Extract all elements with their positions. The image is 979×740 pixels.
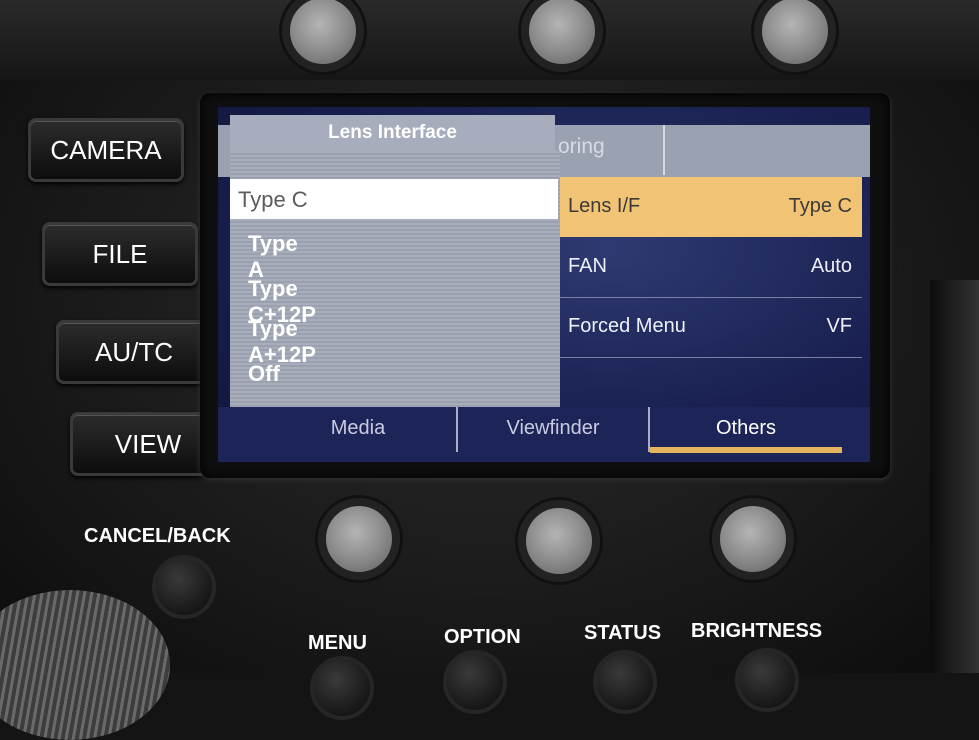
tab-viewfinder[interactable]: Viewfinder — [458, 417, 648, 447]
camera-button[interactable]: CAMERA — [28, 118, 184, 182]
setting-value: VF — [826, 315, 852, 337]
setting-row-fan[interactable]: FAN Auto — [560, 237, 862, 298]
setting-label: Lens I/F — [568, 195, 641, 217]
top-tab-monitoring[interactable]: oring — [558, 135, 605, 159]
cancel-back-button[interactable] — [152, 555, 216, 619]
setting-row-lens-if[interactable]: Lens I/F Type C — [560, 177, 862, 237]
option-label: OPTION — [444, 626, 521, 648]
file-button-label: FILE — [92, 239, 148, 269]
bottom-knob-2[interactable] — [518, 500, 600, 582]
au-tc-button[interactable]: AU/TC — [56, 320, 212, 384]
bottom-knob-1[interactable] — [318, 498, 400, 580]
option-label: Off — [248, 361, 280, 386]
setting-value: Type C — [788, 195, 852, 217]
camera-button-label: CAMERA — [50, 135, 162, 165]
menu-button[interactable] — [310, 656, 374, 720]
status-label: STATUS — [584, 622, 662, 644]
lcd-screen: oring Lens I/F Type C FAN Auto Forced Me… — [218, 107, 870, 462]
popup-option-type-c[interactable]: Type C — [230, 179, 558, 219]
side-edge — [930, 280, 979, 673]
tab-others[interactable]: Others — [650, 417, 842, 447]
lens-interface-popup: Type C Type A Type C+12P Type A+12P Off — [230, 151, 560, 407]
status-button[interactable] — [593, 650, 657, 714]
menu-label: MENU — [308, 632, 367, 654]
setting-value: Auto — [810, 255, 852, 277]
top-tab-divider — [663, 125, 665, 175]
setting-label: Forced Menu — [568, 315, 686, 337]
option-label: Type C — [238, 187, 308, 212]
file-button[interactable]: FILE — [42, 222, 198, 286]
cancel-back-label: CANCEL/BACK — [84, 525, 231, 547]
brightness-button[interactable] — [735, 648, 799, 712]
brightness-label: BRIGHTNESS — [691, 620, 823, 642]
setting-row-forced-menu[interactable]: Forced Menu VF — [560, 297, 862, 358]
tab-selected-indicator — [650, 447, 842, 453]
setting-label: FAN — [568, 255, 607, 277]
au-tc-button-label: AU/TC — [95, 337, 173, 367]
bottom-tabs-bar: Media Viewfinder Others — [218, 407, 870, 462]
popup-title: Lens Interface — [230, 115, 555, 151]
option-button[interactable] — [443, 650, 507, 714]
bottom-knob-3[interactable] — [712, 498, 794, 580]
tab-media[interactable]: Media — [258, 417, 458, 447]
